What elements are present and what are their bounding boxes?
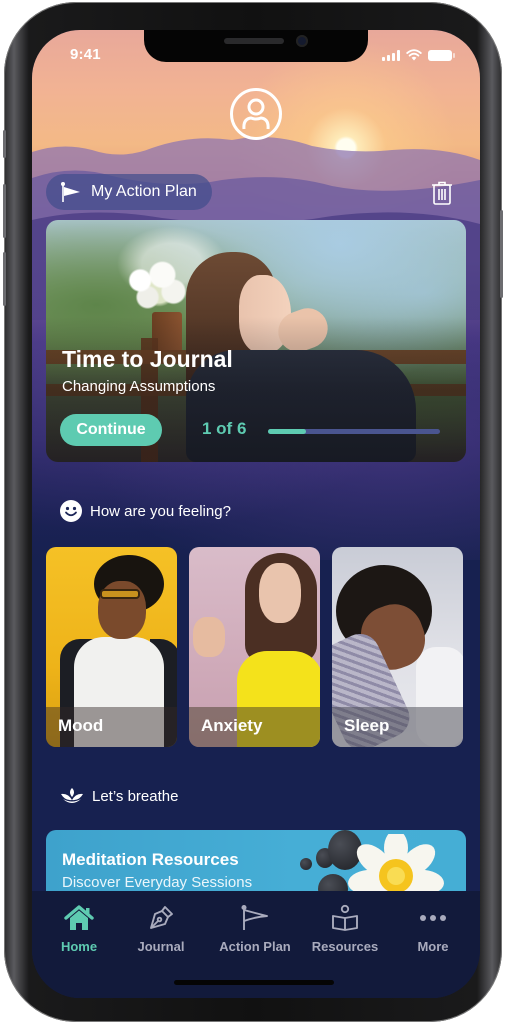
- phone-frame: 9:41 My Action Plan Time to Journal Chan…: [3, 2, 503, 1022]
- tab-action-plan[interactable]: Action Plan: [212, 903, 298, 963]
- cellular-signal-icon: [382, 50, 400, 61]
- action-plan-label: My Action Plan: [91, 183, 197, 200]
- meditation-title: Meditation Resources: [62, 850, 239, 869]
- status-time: 9:41: [70, 46, 101, 63]
- tab-journal[interactable]: Journal: [118, 903, 204, 963]
- continue-button[interactable]: Continue: [60, 414, 162, 446]
- feeling-card-label: Anxiety: [201, 716, 263, 735]
- breathe-heading: Let’s breathe: [60, 786, 178, 806]
- my-action-plan-button[interactable]: My Action Plan: [46, 174, 212, 210]
- book-reader-icon: [332, 904, 358, 931]
- wifi-icon: [406, 49, 422, 61]
- battery-icon: [428, 50, 455, 61]
- feelings-heading-text: How are you feeling?: [90, 502, 231, 520]
- home-icon: [64, 905, 94, 930]
- user-circle-icon: [230, 88, 282, 140]
- home-indicator: [174, 980, 334, 985]
- feeling-card-sleep[interactable]: Sleep: [332, 547, 463, 747]
- journal-title: Time to Journal: [62, 346, 233, 372]
- feelings-heading: How are you feeling?: [60, 500, 231, 522]
- progress-bar: [268, 429, 440, 434]
- tab-label: Action Plan: [219, 939, 291, 954]
- feeling-card-mood[interactable]: Mood: [46, 547, 177, 747]
- status-bar: 9:41: [32, 44, 480, 68]
- lotus-icon: [61, 788, 83, 803]
- mute-switch: [3, 130, 6, 158]
- volume-down-button: [3, 252, 6, 306]
- tab-resources[interactable]: Resources: [302, 903, 388, 963]
- journal-card[interactable]: Time to Journal Changing Assumptions Con…: [46, 220, 466, 462]
- breathe-heading-text: Let’s breathe: [92, 787, 179, 805]
- journal-subtitle: Changing Assumptions: [62, 378, 216, 395]
- tab-label: Journal: [137, 939, 185, 954]
- smiley-icon: [60, 500, 82, 522]
- feeling-card-anxiety[interactable]: Anxiety: [189, 547, 320, 747]
- feeling-card-label: Mood: [58, 716, 104, 735]
- profile-button[interactable]: [229, 87, 283, 141]
- power-button: [500, 210, 503, 298]
- tab-home[interactable]: Home: [36, 903, 122, 963]
- volume-up-button: [3, 184, 6, 238]
- progress-label: 1 of 6: [202, 419, 247, 438]
- tab-label: Resources: [311, 939, 379, 954]
- meditation-subtitle: Discover Everyday Sessions: [62, 874, 253, 891]
- pen-nib-icon: [150, 906, 173, 929]
- progress-fill: [268, 429, 306, 434]
- delete-button[interactable]: [430, 180, 454, 206]
- feeling-card-label: Sleep: [344, 716, 390, 735]
- flag-icon: [61, 182, 80, 202]
- app-screen: 9:41 My Action Plan Time to Journal Chan…: [32, 30, 480, 998]
- more-dots-icon: [420, 915, 446, 921]
- tab-label: More: [417, 939, 449, 954]
- tab-label: Home: [60, 939, 98, 954]
- trash-icon: [432, 181, 452, 205]
- tab-more[interactable]: More: [390, 903, 476, 963]
- flag-icon: [241, 904, 268, 930]
